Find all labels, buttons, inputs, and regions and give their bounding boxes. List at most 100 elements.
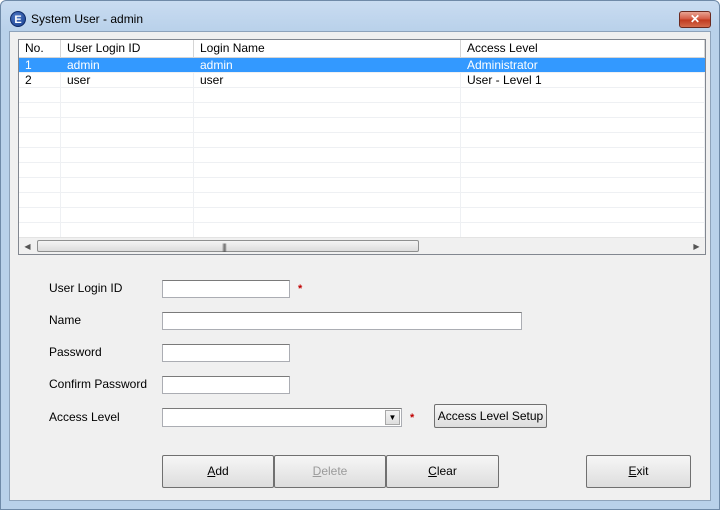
empty-cell xyxy=(19,118,61,132)
confirm-password-label: Confirm Password xyxy=(49,377,148,391)
cell-user-login-id: admin xyxy=(61,58,194,72)
empty-cell xyxy=(19,193,61,207)
empty-cell xyxy=(461,88,705,102)
empty-cell xyxy=(461,178,705,192)
empty-cell xyxy=(194,193,461,207)
empty-cell xyxy=(19,223,61,237)
password-input[interactable] xyxy=(162,344,290,362)
empty-cell xyxy=(61,148,194,162)
add-button[interactable]: Add xyxy=(162,455,274,488)
empty-row xyxy=(19,178,705,193)
empty-cell xyxy=(461,103,705,117)
empty-cell xyxy=(61,208,194,222)
access-level-label: Access Level xyxy=(49,410,120,424)
app-icon: E xyxy=(10,11,26,27)
column-header-no[interactable]: No. xyxy=(19,40,61,57)
empty-cell xyxy=(61,133,194,147)
empty-cell xyxy=(19,178,61,192)
empty-row xyxy=(19,118,705,133)
cell-access-level: Administrator xyxy=(461,58,705,72)
clear-label: lear xyxy=(436,464,457,478)
required-marker: * xyxy=(410,412,415,424)
empty-cell xyxy=(19,133,61,147)
empty-cell xyxy=(194,148,461,162)
cell-access-level: User - Level 1 xyxy=(461,73,705,87)
close-button[interactable]: ✕ xyxy=(679,11,711,28)
user-grid[interactable]: No. User Login ID Login Name Access Leve… xyxy=(18,39,706,255)
confirm-password-input[interactable] xyxy=(162,376,290,394)
cell-login-name: user xyxy=(194,73,461,87)
exit-button[interactable]: Exit xyxy=(586,455,691,488)
empty-row xyxy=(19,133,705,148)
table-row[interactable]: 1 admin admin Administrator xyxy=(19,58,705,73)
clear-mnemonic: C xyxy=(428,464,437,478)
password-label: Password xyxy=(49,345,102,359)
column-header-login-name[interactable]: Login Name xyxy=(194,40,461,57)
scroll-left-icon[interactable]: ◀ xyxy=(19,238,36,254)
empty-cell xyxy=(19,163,61,177)
scroll-right-icon[interactable]: ▶ xyxy=(688,238,705,254)
empty-row xyxy=(19,88,705,103)
grid-header: No. User Login ID Login Name Access Leve… xyxy=(19,40,705,58)
delete-mnemonic: D xyxy=(312,464,322,478)
clear-button[interactable]: Clear xyxy=(386,455,499,488)
add-label: dd xyxy=(215,464,229,478)
exit-label: xit xyxy=(636,464,649,478)
user-login-id-input[interactable] xyxy=(162,280,290,298)
empty-cell xyxy=(461,193,705,207)
empty-cell xyxy=(461,118,705,132)
empty-cell xyxy=(61,178,194,192)
empty-cell xyxy=(461,133,705,147)
empty-row xyxy=(19,103,705,118)
empty-cell xyxy=(19,88,61,102)
empty-cell xyxy=(194,223,461,237)
client-area: No. User Login ID Login Name Access Leve… xyxy=(9,31,711,501)
required-marker: * xyxy=(298,283,303,295)
empty-cell xyxy=(194,178,461,192)
empty-cell xyxy=(61,223,194,237)
name-label: Name xyxy=(49,313,82,327)
empty-cell xyxy=(461,163,705,177)
cell-no: 2 xyxy=(19,73,61,87)
scroll-thumb[interactable]: ||| xyxy=(37,240,419,252)
empty-row xyxy=(19,148,705,163)
empty-row xyxy=(19,223,705,238)
access-level-select[interactable]: ▼ xyxy=(162,408,402,427)
empty-cell xyxy=(61,118,194,132)
cell-no: 1 xyxy=(19,58,61,72)
empty-cell xyxy=(194,208,461,222)
name-input[interactable] xyxy=(162,312,522,330)
horizontal-scrollbar[interactable]: ◀ ||| ▶ xyxy=(19,237,705,254)
empty-row xyxy=(19,208,705,223)
empty-cell xyxy=(194,133,461,147)
system-user-window: E System User - admin ✕ No. User Login I… xyxy=(0,0,720,510)
cell-user-login-id: user xyxy=(61,73,194,87)
empty-cell xyxy=(61,193,194,207)
empty-cell xyxy=(19,208,61,222)
user-login-id-label: User Login ID xyxy=(49,281,123,295)
empty-cell xyxy=(461,223,705,237)
column-header-user-login-id[interactable]: User Login ID xyxy=(61,40,194,57)
empty-cell xyxy=(194,88,461,102)
chevron-down-icon[interactable]: ▼ xyxy=(385,410,400,425)
exit-mnemonic: E xyxy=(628,464,637,478)
window-title: System User - admin xyxy=(31,12,144,26)
empty-cell xyxy=(19,148,61,162)
delete-button[interactable]: Delete xyxy=(274,455,386,488)
empty-cell xyxy=(194,163,461,177)
empty-cell xyxy=(461,208,705,222)
empty-cell xyxy=(19,103,61,117)
access-level-setup-button[interactable]: Access Level Setup xyxy=(434,404,547,428)
cell-login-name: admin xyxy=(194,58,461,72)
empty-cell xyxy=(194,103,461,117)
empty-cell xyxy=(61,103,194,117)
table-row[interactable]: 2 user user User - Level 1 xyxy=(19,73,705,88)
empty-cell xyxy=(461,148,705,162)
grip-icon: ||| xyxy=(222,242,227,252)
empty-row xyxy=(19,193,705,208)
empty-cell xyxy=(61,88,194,102)
empty-row xyxy=(19,163,705,178)
column-header-access-level[interactable]: Access Level xyxy=(461,40,705,57)
delete-label: elete xyxy=(321,464,348,478)
empty-cell xyxy=(194,118,461,132)
